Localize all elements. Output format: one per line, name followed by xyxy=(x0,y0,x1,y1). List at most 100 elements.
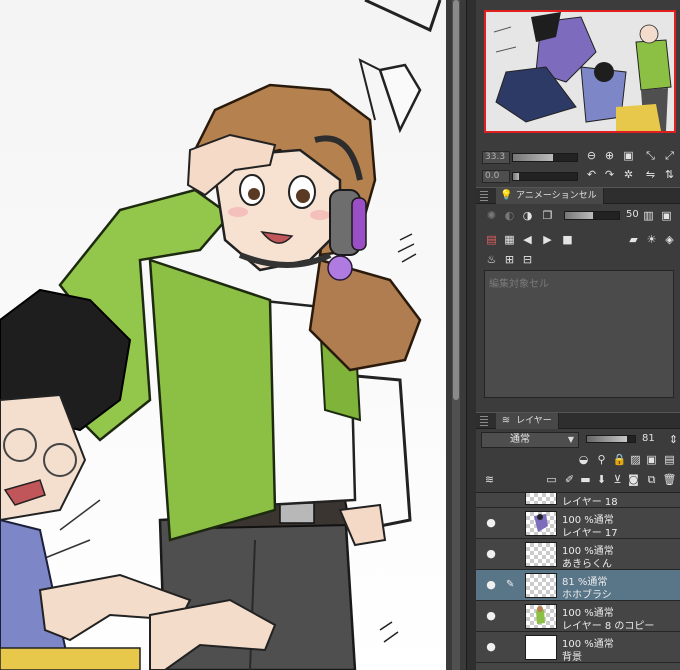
eye-icon[interactable]: ● xyxy=(484,516,498,530)
artwork-illustration xyxy=(0,0,442,670)
flip-horizontal-icon[interactable]: ⇋ xyxy=(643,167,658,182)
copy-cel-icon[interactable]: ❐ xyxy=(540,208,555,223)
eye-icon[interactable]: ● xyxy=(484,609,498,623)
eye-icon[interactable]: ● xyxy=(484,547,498,561)
layer-list[interactable]: レイヤー 18 ● 100 %通常 レイヤー 17 ● 100 %通常 あきらく… xyxy=(476,492,680,670)
opacity-stepper-icon[interactable]: ⇕ xyxy=(666,432,680,447)
flip-vertical-icon[interactable]: ⇅ xyxy=(662,167,677,182)
canvas-scrollbar[interactable] xyxy=(446,0,476,670)
onion-skin-icon[interactable]: ◑ xyxy=(520,208,535,223)
bulb-settings-icon[interactable]: ☀ xyxy=(644,232,659,247)
layers-icon: ≋ xyxy=(501,415,511,426)
animation-toolbar: ✺ ◐ ◑ ❐ 50 ▥ ▣ ▤ ▦ ◀ ▶ ■ ▰ ☀ ◈ ♨ ⊞ ⊟ xyxy=(476,206,680,276)
layer-thumbnail xyxy=(525,604,557,629)
layer-stack-icon[interactable]: ≋ xyxy=(482,472,497,487)
eye-icon[interactable]: ● xyxy=(484,578,498,592)
scrollbar-thumb[interactable] xyxy=(453,0,459,400)
rotation-slider[interactable] xyxy=(512,172,578,181)
blend-clip-icon[interactable]: ◒ xyxy=(576,452,591,467)
arrow-right-icon[interactable]: ▶ xyxy=(540,232,555,247)
cel-stop-icon[interactable]: ■ xyxy=(560,232,575,247)
new-raster-layer-icon[interactable]: ▭ xyxy=(544,472,559,487)
tab-layer[interactable]: ≋ レイヤー xyxy=(496,413,559,429)
layer-name: あきらくん xyxy=(562,559,612,570)
mask-enable-icon[interactable]: ▣ xyxy=(644,452,659,467)
eye-icon[interactable]: ● xyxy=(484,640,498,654)
lightbulb-toggle-icon[interactable]: ♨ xyxy=(484,252,499,267)
delete-layer-icon[interactable]: 🗑 xyxy=(662,472,677,487)
new-folder-icon[interactable]: ▬ xyxy=(578,472,593,487)
panel-grip-icon[interactable] xyxy=(480,191,488,201)
zoom-out-icon[interactable]: ⊖ xyxy=(584,148,599,163)
blend-mode-select[interactable]: 通常 ▼ xyxy=(481,432,579,448)
layer-name: レイヤー 8 のコピー xyxy=(562,621,655,632)
layer-thumbnail xyxy=(525,635,557,660)
merge-down-icon[interactable]: ⊻ xyxy=(610,472,625,487)
reset-rotation-icon[interactable]: ✲ xyxy=(621,167,636,182)
onion-opacity-slider[interactable] xyxy=(564,211,620,220)
tab-layer-label: レイヤー xyxy=(516,416,552,426)
layer-name: 背景 xyxy=(562,652,582,663)
actual-size-icon[interactable]: ▣ xyxy=(621,148,636,163)
fit-window-icon[interactable]: ⤡ xyxy=(643,148,658,163)
navigator-preview[interactable] xyxy=(484,10,676,133)
rotate-left-icon[interactable]: ↶ xyxy=(584,167,599,182)
tab-animation-cel[interactable]: 💡 アニメーションセル xyxy=(496,188,604,204)
new-vector-layer-icon[interactable]: ✐ xyxy=(562,472,577,487)
fit-navigator-icon[interactable]: ⤢ xyxy=(662,148,677,163)
tab-animation-cel-label: アニメーションセル xyxy=(516,191,597,201)
new-cel-icon[interactable]: ▤ xyxy=(484,232,499,247)
layer-name: レイヤー 18 xyxy=(562,497,618,508)
layer-thumbnail xyxy=(525,511,557,536)
layer-opacity-value: 81 xyxy=(642,433,655,444)
layer-row[interactable]: ● 100 %通常 あきらくん xyxy=(476,539,680,570)
cel-list-empty-hint: 編集対象セル xyxy=(489,279,549,290)
layer-row-selected[interactable]: ● ✎ 81 %通常 ホホブラシ xyxy=(476,570,680,601)
rotation-value-field[interactable]: 0.0 xyxy=(482,170,510,183)
layer-thumbnail xyxy=(525,493,557,505)
animation-cel-list[interactable]: 編集対象セル xyxy=(484,270,674,398)
light-table-icon[interactable]: ◈ xyxy=(662,232,677,247)
open-folder-icon[interactable]: ▰ xyxy=(626,232,641,247)
onion-settings-icon[interactable]: ✺ xyxy=(484,208,499,223)
zoom-value-field[interactable]: 33.3 xyxy=(482,151,510,164)
panel-splitter[interactable] xyxy=(466,0,476,670)
right-panel: 33.3 0.0 ⊖ ⊕ ▣ ⤡ ⤢ ↶ ↷ ✲ ⇋ ⇅ 💡 アニメーションセル… xyxy=(476,0,680,670)
layer-row[interactable]: ● xyxy=(476,663,680,670)
zoom-in-icon[interactable]: ⊕ xyxy=(602,148,617,163)
zoom-slider[interactable] xyxy=(512,153,578,162)
layer-row[interactable]: ● 100 %通常 レイヤー 8 のコピー xyxy=(476,601,680,632)
onion-prev-icon[interactable]: ◐ xyxy=(502,208,517,223)
lock-transparency-icon[interactable]: ▨ xyxy=(628,452,643,467)
layer-row[interactable]: レイヤー 18 xyxy=(476,493,680,508)
layer-opacity-slider[interactable] xyxy=(586,435,636,443)
layer-mask-icon[interactable]: ◙ xyxy=(626,472,641,487)
navigator-thumbnail-image xyxy=(486,12,674,131)
navigator-controls: 33.3 0.0 ⊖ ⊕ ▣ ⤡ ⤢ ↶ ↷ ✲ ⇋ ⇅ xyxy=(476,146,680,186)
transfer-down-icon[interactable]: ⬇ xyxy=(594,472,609,487)
layer-thumbnail xyxy=(525,573,557,598)
blend-mode-value: 通常 xyxy=(510,434,530,445)
chevron-down-icon: ▼ xyxy=(567,435,574,444)
layer-reference-icon[interactable]: ⊟ xyxy=(520,252,535,267)
arrow-left-icon[interactable]: ◀ xyxy=(520,232,535,247)
cel-list-icon[interactable]: ▦ xyxy=(502,232,517,247)
layer-row[interactable]: ● 100 %通常 背景 xyxy=(476,632,680,663)
rotate-right-icon[interactable]: ↷ xyxy=(602,167,617,182)
reference-icon[interactable]: ⊞ xyxy=(502,252,517,267)
apply-mask-icon[interactable]: ⧉ xyxy=(644,472,659,487)
layer-thumbnail-image xyxy=(534,514,548,532)
lightbulb-icon: 💡 xyxy=(500,190,513,201)
layer-name: レイヤー 17 xyxy=(562,528,618,539)
onion-more-icon[interactable]: ▣ xyxy=(659,208,674,223)
layer-row[interactable]: ● 100 %通常 レイヤー 17 xyxy=(476,508,680,539)
onion-color-icon[interactable]: ▥ xyxy=(641,208,656,223)
reference-layer-icon[interactable]: ⚲ xyxy=(594,452,609,467)
layer-color-icon[interactable]: ▤ xyxy=(662,452,677,467)
layer-panel-tabbar: ≋ レイヤー xyxy=(476,412,680,429)
pen-edit-icon: ✎ xyxy=(506,579,515,590)
layer-thumbnail xyxy=(525,542,557,567)
drawing-canvas[interactable] xyxy=(0,0,446,670)
panel-grip-icon[interactable] xyxy=(480,416,488,426)
lock-layer-icon[interactable]: 🔒 xyxy=(612,452,627,467)
